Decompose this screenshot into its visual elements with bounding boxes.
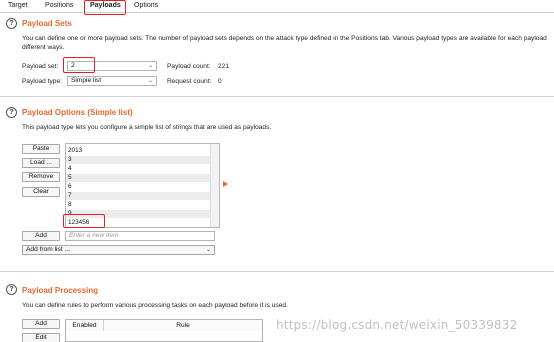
watermark: https://blog.csdn.net/weixin_50339832 <box>276 318 518 332</box>
payload-processing-desc: You can define rules to perform various … <box>22 302 288 309</box>
column-header-enabled[interactable]: Enabled <box>66 320 104 331</box>
payload-count-value: 221 <box>218 63 230 70</box>
add-from-list-select[interactable]: Add from list ... ⌄ <box>22 245 215 255</box>
payload-sets-desc-line1: You can define one or more payload sets.… <box>22 35 547 42</box>
expand-arrow-icon[interactable] <box>223 181 228 187</box>
add-from-list-label: Add from list ... <box>26 246 70 253</box>
request-count-value: 0 <box>218 78 222 85</box>
payload-type-select[interactable]: Simple list ⌄ <box>67 76 157 86</box>
list-item[interactable]: 8 <box>66 201 219 209</box>
list-item[interactable]: 7 <box>66 192 219 200</box>
request-count-label: Request count: <box>167 78 212 85</box>
payload-set-highlight <box>63 57 95 73</box>
list-item[interactable]: 4 <box>66 165 219 173</box>
remove-button[interactable]: Remove <box>22 172 60 182</box>
payload-type-label: Payload type: <box>22 78 62 85</box>
chevron-down-icon: ⌄ <box>147 78 153 84</box>
add-rule-button[interactable]: Add <box>22 319 60 329</box>
processing-rules-table[interactable]: Enabled Rule <box>65 319 263 342</box>
list-scrollbar[interactable] <box>210 144 219 227</box>
payload-sets-title: Payload Sets <box>22 19 72 28</box>
chevron-down-icon: ⌄ <box>205 247 211 253</box>
list-item[interactable]: 6 <box>66 183 219 191</box>
payload-set-label: Payload set: <box>22 63 59 70</box>
clear-button[interactable]: Clear <box>22 187 60 197</box>
help-icon[interactable]: ? <box>6 284 17 295</box>
tab-positions[interactable]: Positions <box>45 2 73 9</box>
list-item[interactable]: 2013 <box>66 147 219 155</box>
payload-processing-title: Payload Processing <box>22 286 99 295</box>
list-item-highlight <box>63 214 105 228</box>
payloads-tab-highlight <box>84 0 126 15</box>
payload-sets-desc-line2: different ways. <box>22 44 65 51</box>
add-button[interactable]: Add <box>22 231 60 241</box>
load-button[interactable]: Load ... <box>22 158 60 168</box>
payload-options-desc: This payload type lets you configure a s… <box>22 124 272 131</box>
paste-button[interactable]: Paste <box>22 144 60 154</box>
new-item-input[interactable]: Enter a new item <box>65 231 215 241</box>
tab-options[interactable]: Options <box>134 2 158 9</box>
list-item[interactable]: 3 <box>66 156 219 164</box>
edit-rule-button[interactable]: Edit <box>22 333 60 342</box>
section-divider <box>0 271 554 272</box>
section-divider <box>0 96 554 97</box>
payload-options-title: Payload Options (Simple list) <box>22 108 133 117</box>
payload-count-label: Payload count: <box>167 63 211 70</box>
list-item[interactable]: 5 <box>66 174 219 182</box>
help-icon[interactable]: ? <box>6 107 17 118</box>
chevron-down-icon: ⌄ <box>147 63 153 69</box>
payload-type-value: Simple list <box>71 77 102 84</box>
column-header-rule[interactable]: Rule <box>104 320 262 331</box>
help-icon[interactable]: ? <box>6 18 17 29</box>
tab-target[interactable]: Target <box>8 2 27 9</box>
